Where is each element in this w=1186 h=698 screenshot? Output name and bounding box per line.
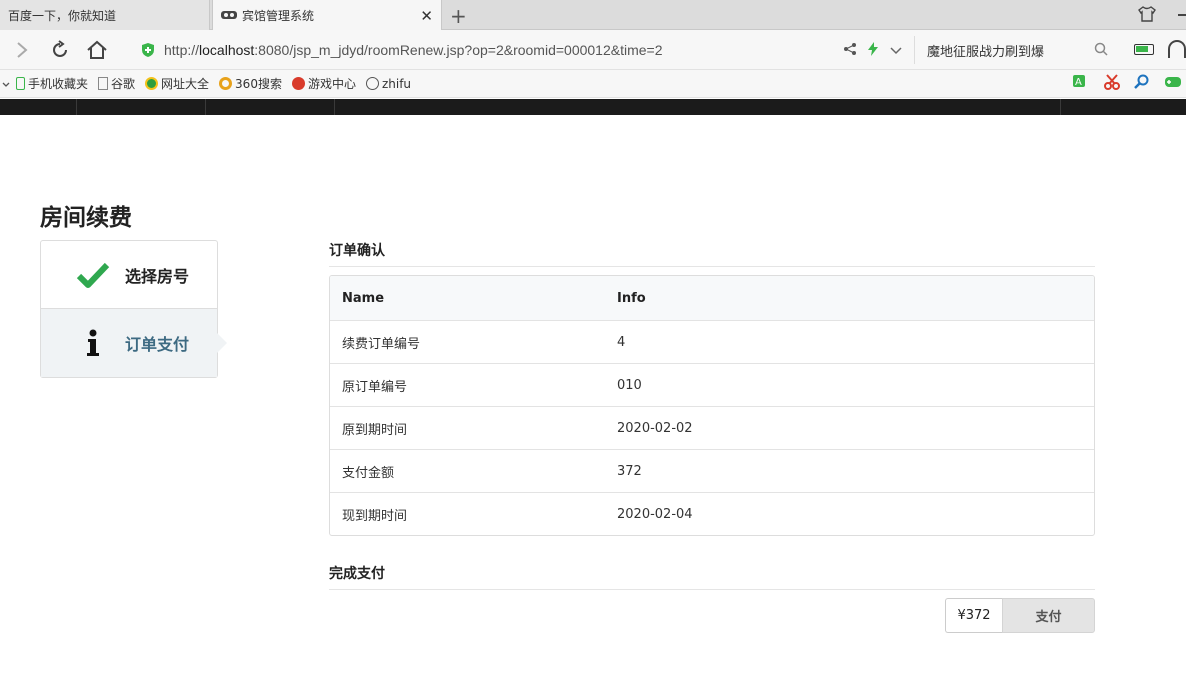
row-label: 续费订单编号 (342, 336, 421, 352)
minimize-icon[interactable] (1178, 14, 1186, 16)
app-top-nav (0, 99, 1186, 115)
nav-separator (205, 99, 206, 115)
step-label: 选择房号 (125, 266, 190, 286)
row-value: 2020-02-02 (617, 420, 693, 436)
browser-tab-bar: 百度一下，你就知道 宾馆管理系统 ✕ + (0, 0, 1186, 30)
nav-separator (76, 99, 77, 115)
lightning-icon[interactable] (868, 42, 878, 60)
phone-icon (16, 77, 25, 90)
bookmark-360-search[interactable]: 360搜索 (219, 75, 282, 92)
payment-group: ¥372 支付 (945, 598, 1095, 633)
step-label: 订单支付 (125, 335, 190, 354)
pay-amount-addon: ¥372 (945, 598, 1002, 633)
step-wizard: 选择房号 订单支付 (40, 240, 227, 378)
new-tab-icon[interactable]: + (450, 4, 467, 28)
table-row: 原订单编号 010 (330, 363, 1094, 406)
bookmark-zhifu[interactable]: zhifu (365, 77, 411, 91)
table-row: 支付金额 372 (330, 449, 1094, 492)
order-confirm-title: 订单确认 (329, 240, 1095, 267)
svg-text:A: A (1075, 77, 1082, 88)
complete-payment-title: 完成支付 (329, 563, 1095, 590)
share-icon[interactable] (844, 43, 856, 59)
search-text: 魔地征服战力刷到爆 (927, 44, 1045, 60)
row-value: 2020-02-04 (617, 506, 693, 522)
url-path: :8080/jsp_m_jdyd/roomRenew.jsp?op=2&room… (254, 42, 663, 58)
chevron-down-icon[interactable] (890, 44, 902, 59)
column-header-info: Info (617, 290, 646, 306)
column-header-name: Name (342, 290, 385, 306)
search-icon[interactable] (1134, 74, 1150, 93)
table-row: 现到期时间 2020-02-04 (330, 492, 1094, 535)
mask-icon (365, 77, 379, 90)
step-select-room[interactable]: 选择房号 (41, 241, 217, 309)
browser-nav-bar: http:// localhost :8080/jsp_m_jdyd/roomR… (0, 30, 1186, 70)
row-label: 现到期时间 (342, 508, 408, 524)
shield-icon (140, 42, 156, 58)
address-bar[interactable]: http:// localhost :8080/jsp_m_jdyd/roomR… (140, 36, 910, 64)
bookmark-google[interactable]: 谷歌 (98, 75, 135, 92)
url-scheme: http:// (164, 42, 200, 58)
table-header-row: Name Info (330, 276, 1094, 320)
tab-title: 百度一下，你就知道 (8, 8, 117, 23)
translate-icon[interactable]: A (1072, 74, 1090, 93)
row-value: 372 (617, 463, 642, 479)
toolbar-extensions: A (1072, 74, 1186, 93)
forward-icon[interactable] (10, 38, 34, 62)
table-row: 原到期时间 2020-02-02 (330, 406, 1094, 449)
table-row: 续费订单编号 4 (330, 320, 1094, 363)
info-icon (71, 329, 115, 357)
globe-icon (145, 77, 159, 90)
home-icon[interactable] (85, 38, 109, 62)
tab-title: 宾馆管理系统 (242, 8, 315, 23)
ring-icon (219, 77, 233, 90)
bookmark-hao[interactable]: 网址大全 (145, 75, 209, 92)
pay-button[interactable]: 支付 (1002, 598, 1095, 633)
reload-icon[interactable] (48, 38, 72, 62)
page-title: 房间续费 (40, 205, 132, 231)
skin-icon[interactable] (1138, 6, 1156, 26)
scissors-icon[interactable] (1104, 74, 1120, 93)
order-table: Name Info 续费订单编号 4 原订单编号 010 原到期时间 2020-… (329, 275, 1095, 536)
tab-hotel-system[interactable]: 宾馆管理系统 ✕ (212, 0, 442, 30)
url-host: localhost (199, 42, 255, 58)
gamepad-icon[interactable] (1164, 75, 1182, 92)
game-center-icon (291, 77, 305, 90)
row-label: 原到期时间 (342, 422, 408, 438)
battery-icon[interactable] (1134, 44, 1154, 55)
row-label: 支付金额 (342, 465, 395, 481)
nav-separator (1060, 99, 1061, 115)
close-icon[interactable]: ✕ (420, 7, 433, 25)
step-order-payment[interactable]: 订单支付 (41, 309, 227, 377)
row-label: 原订单编号 (342, 379, 408, 395)
bookmarks-bar: 手机收藏夹 谷歌 网址大全 360搜索 游戏中心 zhifu A (0, 70, 1186, 98)
page-icon (98, 77, 109, 90)
nav-separator (334, 99, 335, 115)
search-icon[interactable] (1094, 42, 1108, 60)
search-input[interactable]: 魔地征服战力刷到爆 (914, 36, 1114, 64)
row-value: 4 (617, 334, 626, 350)
chevron-down-icon[interactable] (2, 77, 10, 91)
headset-icon[interactable] (1168, 40, 1186, 58)
tab-baidu[interactable]: 百度一下，你就知道 (0, 0, 210, 30)
check-icon (71, 261, 115, 289)
row-value: 010 (617, 377, 642, 393)
mask-icon (221, 8, 237, 22)
bookmark-games[interactable]: 游戏中心 (291, 75, 356, 92)
bookmark-mobile[interactable]: 手机收藏夹 (16, 75, 88, 92)
address-actions (844, 42, 902, 60)
